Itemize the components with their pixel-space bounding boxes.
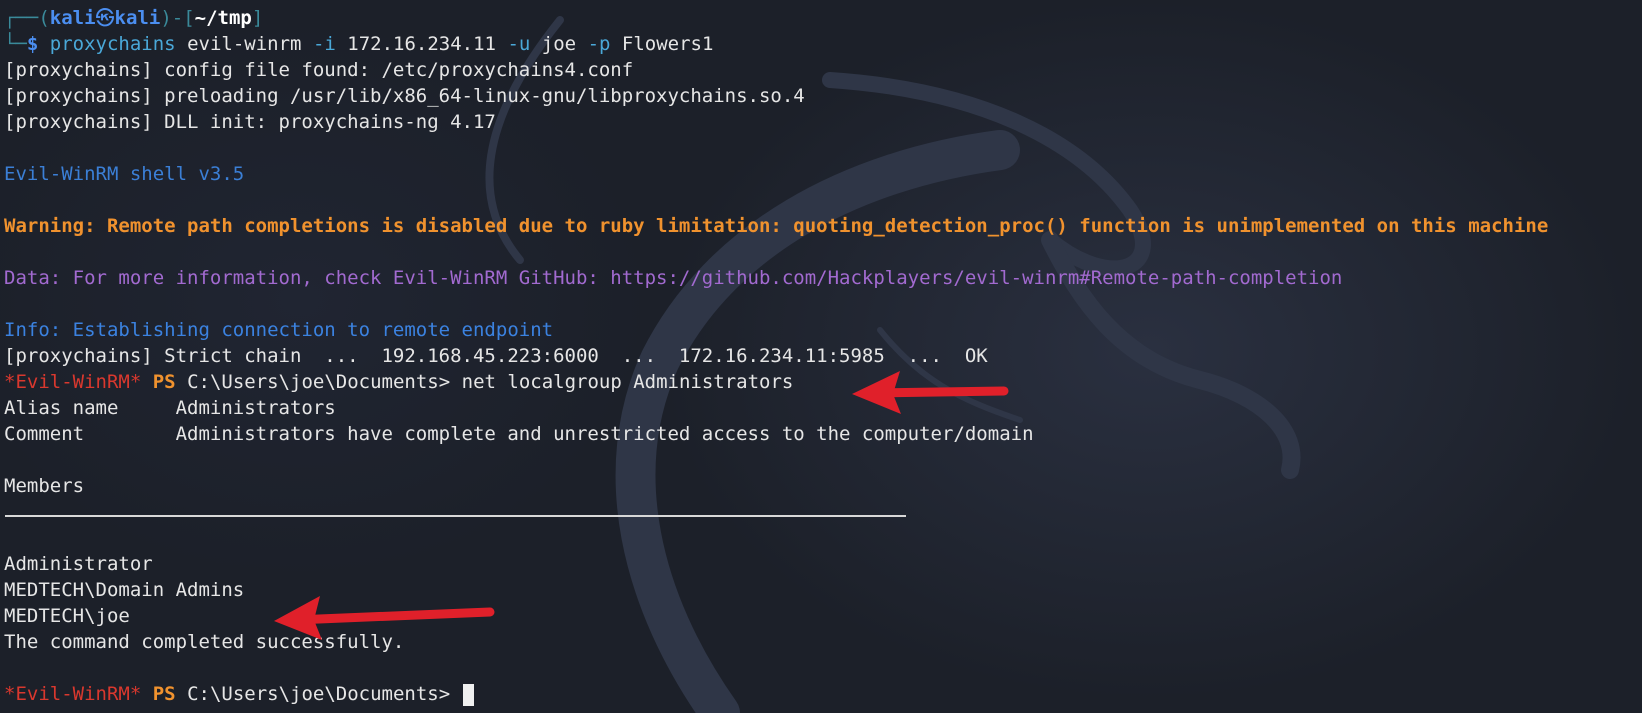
red-arrow-icon [274, 596, 495, 640]
red-arrow-icon [852, 371, 1009, 414]
annotation-layer [274, 371, 1009, 640]
